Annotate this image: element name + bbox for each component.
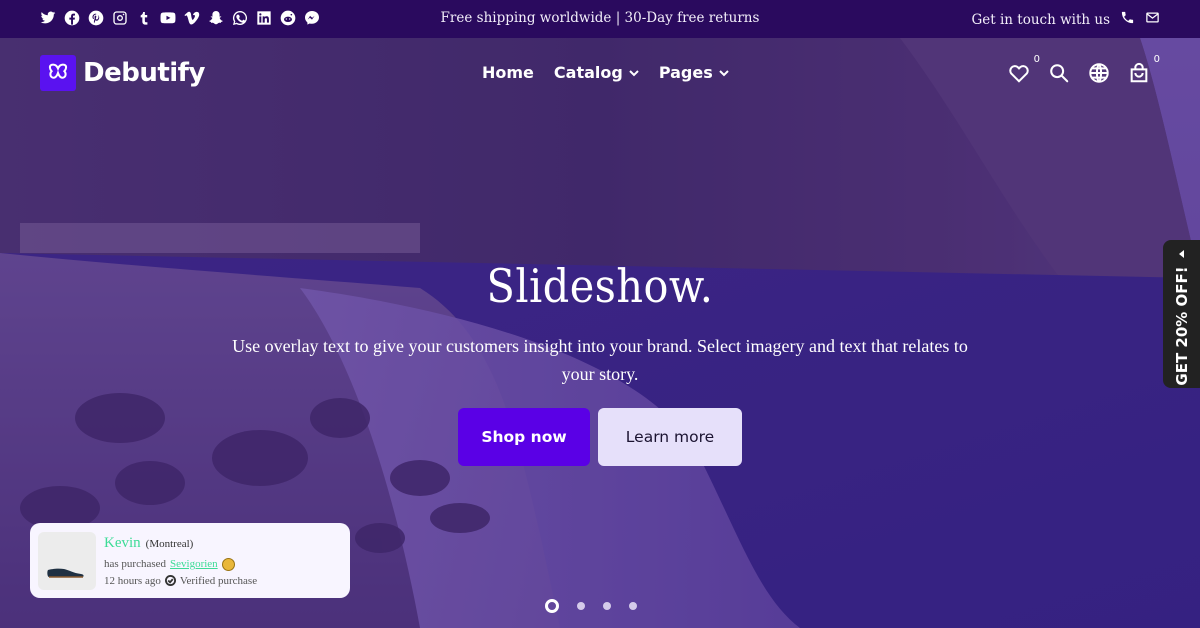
header-icons: 0 0 <box>1008 54 1160 84</box>
search-button[interactable] <box>1048 62 1070 84</box>
hero-content: Slideshow. Use overlay text to give your… <box>0 256 1200 466</box>
cart-button[interactable]: 0 <box>1128 54 1160 84</box>
wishlist-count: 0 <box>1033 54 1040 65</box>
phone-icon[interactable] <box>1120 10 1135 29</box>
nav-catalog-label: Catalog <box>553 63 623 82</box>
mail-icon[interactable] <box>1145 10 1160 29</box>
shoe-icon <box>47 568 84 578</box>
slide-pagination <box>545 599 637 613</box>
nav-pages[interactable]: Pages <box>659 63 729 82</box>
verified-label: Verified purchase <box>179 574 258 587</box>
hero-title: Slideshow. <box>486 259 714 313</box>
contact-links: Get in touch with us <box>972 10 1161 29</box>
nav-pages-label: Pages <box>658 63 713 82</box>
shopping-bag-icon <box>1130 62 1148 83</box>
logo-text: Debutify <box>83 58 205 88</box>
announcement-bar: Free shipping worldwide | 30-Day free re… <box>0 0 1200 38</box>
site-header: Debutify Home Catalog Pages 0 0 <box>0 38 1200 108</box>
chevron-down-icon <box>719 69 729 76</box>
slide-dot-2[interactable] <box>577 602 585 610</box>
slide-dot-1[interactable] <box>545 599 559 613</box>
learn-more-button[interactable]: Learn more <box>598 408 742 466</box>
purchase-action: has purchased <box>104 558 167 570</box>
discount-side-tab[interactable]: GET 20% OFF! <box>1163 240 1200 388</box>
logo[interactable]: Debutify <box>40 55 205 91</box>
hero-buttons: Shop now Learn more <box>0 408 1200 466</box>
main-nav: Home Catalog Pages <box>482 63 729 82</box>
discount-label: GET 20% OFF! <box>1172 266 1191 386</box>
language-button[interactable] <box>1088 62 1110 84</box>
chevron-down-icon <box>629 69 639 76</box>
nav-catalog[interactable]: Catalog <box>554 63 639 82</box>
recent-purchase-popup[interactable]: Kevin (Montreal) has purchased Sevigorie… <box>30 523 350 598</box>
buyer-city: (Montreal) <box>145 537 194 550</box>
globe-icon <box>1089 63 1109 83</box>
contact-label[interactable]: Get in touch with us <box>972 12 1111 28</box>
shop-now-button[interactable]: Shop now <box>458 408 590 466</box>
buyer-name: Kevin <box>104 534 141 551</box>
heart-icon <box>1009 65 1029 83</box>
nav-home-label: Home <box>482 63 534 82</box>
popup-text: Kevin (Montreal) has purchased Sevigorie… <box>104 535 257 587</box>
hero-subtitle: Use overlay text to give your customers … <box>232 336 968 384</box>
butterfly-logo-icon <box>40 55 76 91</box>
nav-home[interactable]: Home <box>482 63 534 82</box>
clapping-emoji-icon <box>221 557 235 571</box>
caret-left-icon <box>1179 250 1184 258</box>
search-icon <box>1050 64 1069 83</box>
purchase-time: 12 hours ago <box>104 574 161 587</box>
slide-dot-4[interactable] <box>629 602 637 610</box>
wishlist-button[interactable]: 0 <box>1008 54 1040 84</box>
product-link[interactable]: Sevigorien <box>170 558 218 570</box>
cart-count: 0 <box>1153 54 1160 65</box>
slide-dot-3[interactable] <box>603 602 611 610</box>
product-thumbnail <box>38 531 96 590</box>
check-circle-icon <box>164 575 176 586</box>
